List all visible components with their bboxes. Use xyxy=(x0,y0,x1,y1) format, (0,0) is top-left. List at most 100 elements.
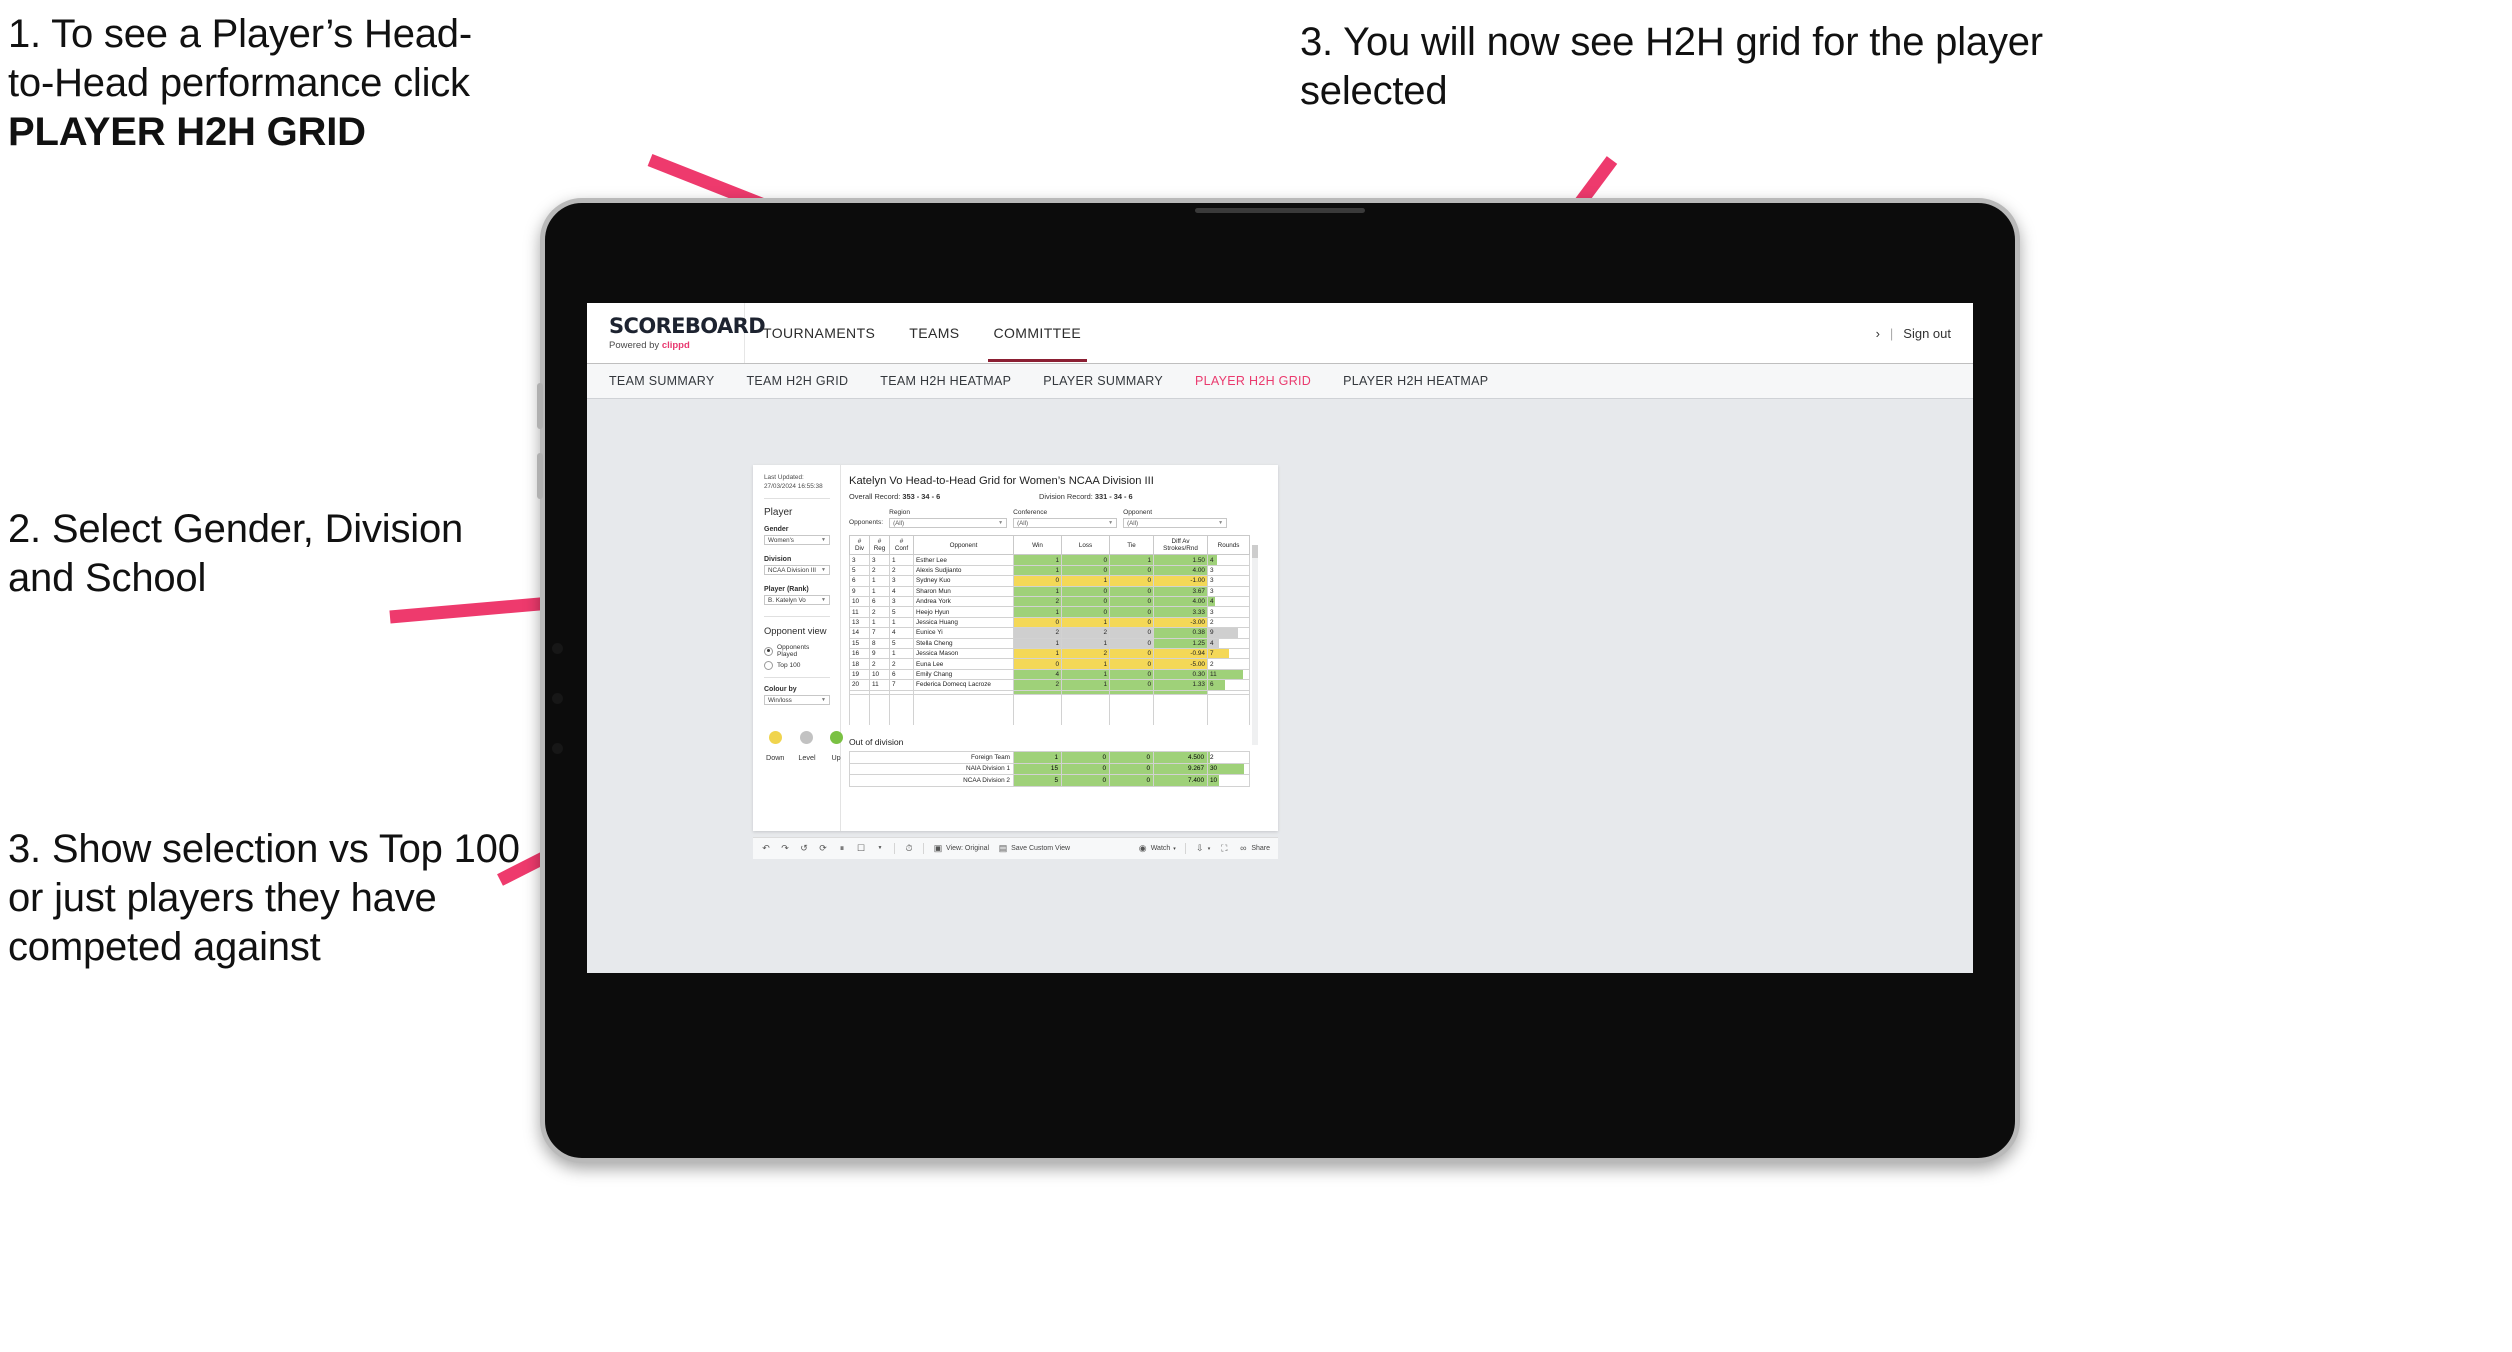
player-rank-select[interactable]: B. Katelyn Vo ▼ xyxy=(764,595,830,606)
radio-top-100[interactable]: Top 100 xyxy=(764,661,830,671)
opponent-caption: Opponent xyxy=(1123,509,1153,516)
cell-div: 9 xyxy=(849,585,870,598)
cell-conf: 1 xyxy=(889,647,914,660)
table-row[interactable]: 5 2 2 Alexis Sudjianto 1 0 0 4.00 3 xyxy=(849,564,1250,577)
table-row[interactable]: 3 3 1 Esther Lee 1 0 1 1.50 4 xyxy=(849,554,1250,566)
column-header-1[interactable]: # Reg xyxy=(869,534,890,556)
column-header-0[interactable]: # Div xyxy=(849,534,870,556)
h2h-header-row: # Div # Reg # Conf Opponent Win Loss Tie Diff Av St… xyxy=(849,534,1250,556)
gender-select[interactable]: Women's ▼ xyxy=(764,535,830,546)
out-of-division-row[interactable]: Foreign Team 1 0 0 4.500 2 xyxy=(849,751,1250,764)
zoom-rect-icon[interactable]: ☐ xyxy=(856,844,866,854)
table-row[interactable]: 18 2 2 Euna Lee 0 1 0 -5.00 2 xyxy=(849,658,1250,670)
cell-opponent: Jessica Mason xyxy=(913,647,1014,660)
division-select[interactable]: NCAA Division III ▼ xyxy=(764,565,830,576)
download-button[interactable]: ⇩ ▾ xyxy=(1195,844,1210,854)
tab-team-summary[interactable]: TEAM SUMMARY xyxy=(609,374,714,388)
cell-opponent: Sharon Mun xyxy=(913,585,1014,598)
save-view-icon: ▤ xyxy=(998,843,1008,853)
pause-updates-icon[interactable]: ⏸ xyxy=(837,844,847,854)
nav-item-tournaments[interactable]: TOURNAMENTS xyxy=(763,325,875,341)
save-custom-view-button[interactable]: ▤ Save Custom View xyxy=(998,844,1070,854)
column-header-7[interactable]: Diff Av Strokes/Rnd xyxy=(1153,534,1208,556)
view-original-button[interactable]: ▣ View: Original xyxy=(933,844,989,854)
undo-icon[interactable]: ↶ xyxy=(761,844,771,854)
out-of-division-row[interactable]: NCAA Division 2 5 0 0 7.400 10 xyxy=(849,774,1250,787)
fullscreen-icon[interactable]: ⛶ xyxy=(1219,844,1229,854)
cell-conf: 7 xyxy=(889,679,914,691)
table-row[interactable]: 14 7 4 Eunice Yi 2 2 0 0.38 9 xyxy=(849,627,1250,639)
revert-icon[interactable]: ↺ xyxy=(799,844,809,854)
cell-tie: 0 xyxy=(1109,585,1154,598)
cell-div: 13 xyxy=(849,616,870,629)
cell-win: 1 xyxy=(1013,606,1062,618)
cell-diff: -5.00 xyxy=(1153,658,1208,670)
ood-cell-win: 15 xyxy=(1013,762,1062,776)
chevron-down-icon[interactable]: ▼ xyxy=(875,844,885,854)
ood-cell-diff: 7.400 xyxy=(1153,774,1208,787)
colour-by-select[interactable]: Win/loss ▼ xyxy=(764,695,830,706)
division-value: NCAA Division III xyxy=(768,566,816,574)
colour-by-label: Colour by xyxy=(764,686,797,694)
redo-icon[interactable]: ↷ xyxy=(780,844,790,854)
watch-button[interactable]: ◉ Watch ▾ xyxy=(1138,844,1176,854)
nav-item-teams[interactable]: TEAMS xyxy=(909,325,959,341)
scrollbar-thumb[interactable] xyxy=(1252,545,1258,558)
cell-tie: 1 xyxy=(1109,554,1154,566)
ood-cell-rounds: 10 xyxy=(1207,774,1250,787)
refresh-icon[interactable]: ⟳ xyxy=(818,844,828,854)
table-row[interactable]: 15 8 5 Stella Cheng 1 1 0 1.25 4 xyxy=(849,637,1250,650)
table-row[interactable]: 13 1 1 Jessica Huang 0 1 0 -3.00 2 xyxy=(849,616,1250,629)
history-icon[interactable]: ⏱ xyxy=(904,844,914,854)
table-row[interactable]: 19 10 6 Emily Chang 4 1 0 0.30 11 xyxy=(849,668,1250,681)
table-row[interactable]: 20 11 7 Federica Domecq Lacroze 2 1 0 1.33 6 xyxy=(849,679,1250,691)
sign-out-link[interactable]: Sign out xyxy=(1903,326,1951,341)
cell-reg: 11 xyxy=(869,679,890,691)
share-button[interactable]: ∞ Share xyxy=(1238,844,1270,854)
cell-tie: 0 xyxy=(1109,606,1154,618)
tab-player-h2h-grid[interactable]: PLAYER H2H GRID xyxy=(1195,374,1311,388)
cell-opponent: Heejo Hyun xyxy=(913,606,1014,618)
table-vertical-scrollbar[interactable] xyxy=(1252,545,1258,745)
opponent-select[interactable]: (All) ▼ xyxy=(1123,518,1228,528)
out-of-division-body: Foreign Team 1 0 0 4.500 2 NAIA Division 1 15 0 0… xyxy=(849,751,1250,787)
annotation-3: 3. Show selection vs Top 100 or just pla… xyxy=(8,827,520,969)
table-row[interactable]: 16 9 1 Jessica Mason 1 2 0 -0.94 7 xyxy=(849,647,1250,660)
column-header-3[interactable]: Opponent xyxy=(913,534,1014,556)
cell-loss: 0 xyxy=(1061,585,1110,598)
cell-conf: 1 xyxy=(889,554,914,566)
table-row[interactable]: 10 6 3 Andrea York 2 0 0 4.00 4 xyxy=(849,596,1250,608)
table-row[interactable]: 11 2 5 Heejo Hyun 1 0 0 3.33 3 xyxy=(849,606,1250,618)
cell-opponent: Alexis Sudjianto xyxy=(913,564,1014,577)
radio-off-icon xyxy=(764,661,773,671)
tab-team-h2h-heatmap[interactable]: TEAM H2H HEATMAP xyxy=(880,374,1011,388)
tab-player-summary[interactable]: PLAYER SUMMARY xyxy=(1043,374,1163,388)
gender-label: Gender xyxy=(764,526,789,534)
watch-label: Watch xyxy=(1150,845,1171,852)
chevron-down-icon: ▼ xyxy=(998,520,1004,526)
overall-record-value: 353 - 34 - 6 xyxy=(902,492,941,501)
cell-conf: 3 xyxy=(889,596,914,608)
cell-loss: 2 xyxy=(1061,647,1110,660)
column-header-6[interactable]: Tie xyxy=(1109,534,1154,556)
conference-select[interactable]: (All) ▼ xyxy=(1013,518,1118,528)
cell-reg: 2 xyxy=(869,564,890,577)
column-header-2[interactable]: # Conf xyxy=(889,534,914,556)
nav-item-committee[interactable]: COMMITTEE xyxy=(987,325,1087,362)
tab-team-h2h-grid[interactable]: TEAM H2H GRID xyxy=(746,374,848,388)
radio-opponents-played[interactable]: Opponents Played xyxy=(764,644,830,658)
column-header-8[interactable]: Rounds xyxy=(1207,534,1250,556)
region-select[interactable]: (All) ▼ xyxy=(889,518,1008,528)
table-row[interactable]: 6 1 3 Sydney Kuo 0 1 0 -1.00 3 xyxy=(849,575,1250,587)
column-header-4[interactable]: Win xyxy=(1013,534,1062,556)
out-of-division-row[interactable]: NAIA Division 1 15 0 0 9.267 30 xyxy=(849,762,1250,776)
column-header-5[interactable]: Loss xyxy=(1061,534,1110,556)
h2h-table: # Div # Reg # Conf Opponent Win Loss Tie Diff Av St… xyxy=(849,534,1250,726)
brand-logo[interactable]: SCOREBOARD Powered by clippd xyxy=(587,303,766,363)
division-record-value: 331 - 34 - 6 xyxy=(1094,492,1133,501)
chevron-down-icon: ▼ xyxy=(821,537,826,544)
ood-cell-loss: 0 xyxy=(1061,774,1110,787)
radio-top-100-label: Top 100 xyxy=(777,662,801,670)
table-row[interactable]: 9 1 4 Sharon Mun 1 0 0 3.67 3 xyxy=(849,585,1250,598)
tab-player-h2h-heatmap[interactable]: PLAYER H2H HEATMAP xyxy=(1343,374,1488,388)
